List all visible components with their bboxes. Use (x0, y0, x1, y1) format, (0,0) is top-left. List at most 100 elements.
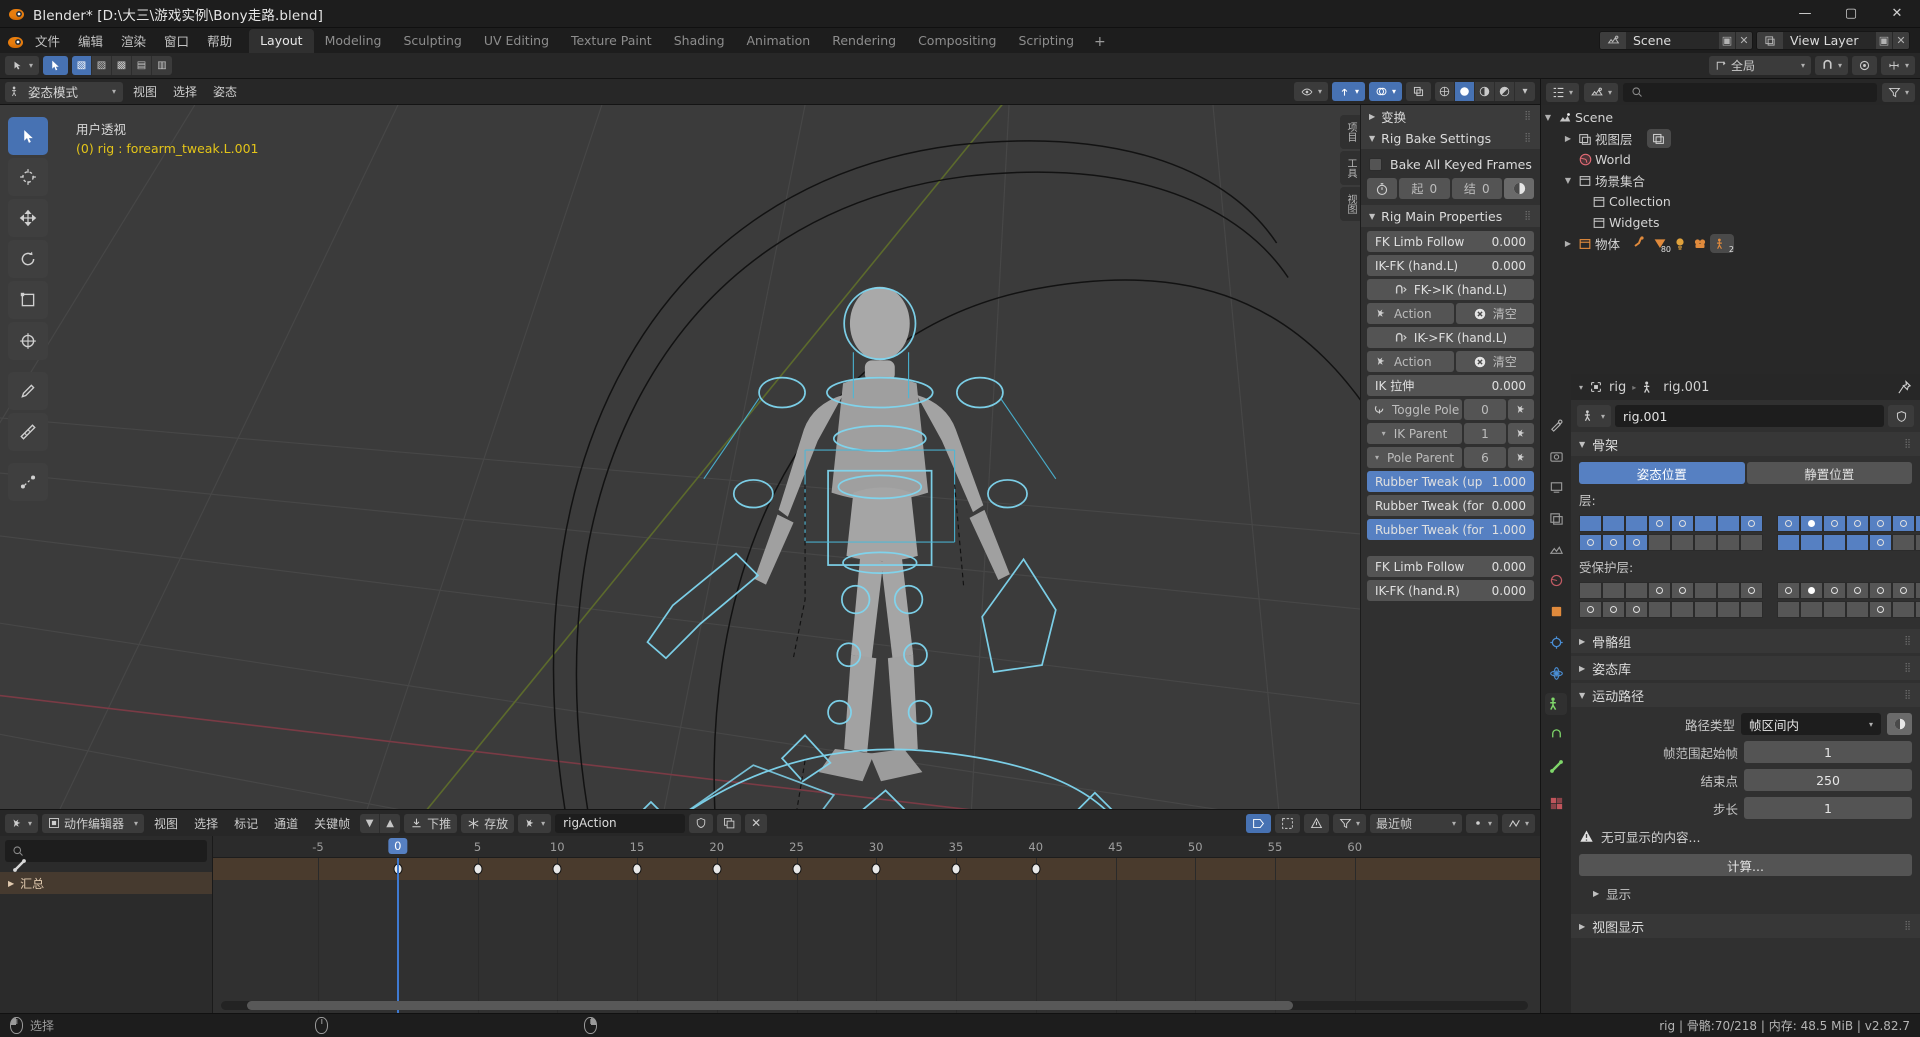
current-frame-indicator[interactable]: 0 (388, 838, 408, 854)
remove-view-layer-button[interactable]: ✕ (1892, 32, 1909, 49)
push-down-button[interactable]: 下推 (404, 813, 458, 833)
layer-cell[interactable] (1717, 534, 1740, 551)
layer-cell[interactable] (1869, 515, 1892, 532)
layer-cell[interactable] (1671, 601, 1694, 618)
layer-cell[interactable] (1869, 601, 1892, 618)
view-layer-selector[interactable]: View Layer ▣ ✕ (1756, 31, 1910, 50)
new-scene-button[interactable]: ▣ (1718, 32, 1735, 49)
view-layer-badge-icon[interactable] (1646, 129, 1671, 148)
layer-cell[interactable] (1740, 515, 1763, 532)
keyframe-area[interactable]: -5 0 5 10 15 20 25 30 35 40 45 50 55 60 (213, 836, 1540, 1013)
layer-cell[interactable] (1671, 582, 1694, 599)
rest-position-button[interactable]: 静置位置 (1746, 462, 1912, 484)
action-button[interactable]: Action (1367, 303, 1454, 324)
prop-rubber-tweak-forearm-l-b[interactable]: Rubber Tweak (for 1.000 (1367, 519, 1534, 540)
outliner-editor-type-button[interactable]: ▾ (1546, 82, 1580, 102)
layer-cell[interactable] (1602, 515, 1625, 532)
layer-cell[interactable] (1671, 515, 1694, 532)
overlays-toggle-button[interactable]: ▾ (1368, 82, 1402, 101)
expand-triangle-icon[interactable]: ▶ (1561, 239, 1575, 248)
layer-cell[interactable] (1671, 534, 1694, 551)
panel-header-motion-paths[interactable]: ▼ 运动路径 ⣿ (1571, 683, 1920, 707)
insert-keyframe-icon[interactable] (1508, 423, 1534, 444)
bake-start-field[interactable]: 起 0 (1399, 178, 1450, 199)
ik-parent-value[interactable]: 1 (1464, 423, 1506, 444)
unlink-action-button[interactable]: ✕ (745, 813, 768, 833)
prop-ik-fk-hand-l[interactable]: IK-FK (hand.L) 0.000 (1367, 255, 1534, 276)
layer-cell[interactable] (1717, 582, 1740, 599)
outliner-search-input[interactable] (1623, 82, 1877, 102)
outliner-row-collection[interactable]: Collection (1541, 191, 1920, 212)
layer-cell[interactable] (1717, 601, 1740, 618)
show-errors-button[interactable] (1303, 813, 1329, 833)
layer-cell[interactable] (1915, 515, 1920, 532)
expand-triangle-icon[interactable]: ▼ (1561, 176, 1575, 185)
panel-header-pose-library[interactable]: ▶ 姿态库 ⣿ (1571, 656, 1920, 680)
visibility-button[interactable]: ▾ (1293, 82, 1328, 101)
layer-cell[interactable] (1694, 582, 1717, 599)
layer-cell[interactable] (1648, 534, 1671, 551)
select-subtract-icon[interactable]: ▩ (112, 56, 133, 75)
move-tool[interactable] (8, 199, 48, 237)
tab-compositing[interactable]: Compositing (907, 29, 1007, 53)
fake-user-toggle[interactable] (1888, 405, 1914, 427)
insert-keyframe-icon[interactable] (1508, 399, 1534, 420)
layer-cell[interactable] (1892, 534, 1915, 551)
bake-timer-icon[interactable] (1367, 178, 1397, 199)
dopesheet-menu-select[interactable]: 选择 (188, 814, 224, 833)
data-tab[interactable] (1545, 693, 1567, 715)
layer-cell[interactable] (1846, 515, 1869, 532)
npanel-section-bake[interactable]: ▼ Rig Bake Settings ⣿ (1361, 127, 1540, 149)
layer-cell[interactable] (1777, 582, 1800, 599)
panel-header-armature[interactable]: ▼ 骨架 ⣿ (1571, 432, 1920, 456)
menu-file[interactable]: 文件 (26, 28, 69, 53)
action-name-field[interactable]: rigAction (555, 813, 686, 833)
minimize-button[interactable]: — (1782, 0, 1828, 28)
keyframe-marker[interactable] (473, 863, 482, 875)
keyframe-marker[interactable] (951, 863, 961, 875)
layers-row[interactable] (1777, 515, 1920, 532)
camera-badge-icon[interactable] (1690, 236, 1710, 252)
checkbox-icon[interactable] (1369, 157, 1382, 171)
dopesheet-menu-view[interactable]: 视图 (148, 814, 184, 833)
animate-property-icon[interactable] (1887, 713, 1912, 735)
layer-cell[interactable] (1648, 515, 1671, 532)
path-type-dropdown[interactable]: 帧区间内 ▾ (1741, 713, 1881, 735)
view-layer-name[interactable]: View Layer (1783, 33, 1875, 48)
layer-cell[interactable] (1915, 601, 1920, 618)
bake-animated-influence-icon[interactable] (1504, 178, 1534, 199)
select-intersect-icon[interactable]: ▥ (152, 56, 172, 75)
tab-layout[interactable]: Layout (249, 29, 314, 53)
npanel-section-transform[interactable]: ▶ 变换 ⣿ (1361, 105, 1540, 127)
layer-cell[interactable] (1800, 601, 1823, 618)
keyframe-marker[interactable] (552, 863, 562, 875)
prop-rubber-tweak-forearm-l-a[interactable]: Rubber Tweak (for 0.000 (1367, 495, 1534, 516)
constraint-tab[interactable] (1545, 724, 1567, 746)
shading-mode-group[interactable]: ▾ (1435, 82, 1535, 101)
npanel-tab-view[interactable]: 视图 (1340, 187, 1360, 221)
proportional-edit-button[interactable] (1851, 56, 1877, 75)
clear-button[interactable]: 清空 (1455, 303, 1534, 324)
clear-button[interactable]: 清空 (1455, 351, 1534, 372)
outliner-filter-button[interactable]: ▾ (1881, 82, 1915, 102)
modifier-tab[interactable] (1545, 631, 1567, 653)
rendered-shading-icon[interactable] (1495, 82, 1515, 101)
pole-parent-value[interactable]: 6 (1464, 447, 1506, 468)
layer-cell[interactable] (1740, 582, 1763, 599)
outliner-display-mode-button[interactable]: ▾ (1584, 82, 1619, 102)
layer-cell[interactable] (1740, 534, 1763, 551)
protected-row[interactable] (1579, 582, 1763, 599)
duplicate-action-button[interactable] (717, 813, 742, 833)
viewport-menu-view[interactable]: 视图 (127, 82, 163, 101)
panel-header-bone-groups[interactable]: ▶ 骨骼组 ⣿ (1571, 629, 1920, 653)
horizontal-scrollbar[interactable] (221, 1001, 1528, 1010)
summary-channel-row[interactable]: ▶ 汇总 (0, 872, 212, 894)
tool-tab[interactable] (1545, 414, 1567, 436)
protected-row[interactable] (1777, 582, 1920, 599)
menu-edit[interactable]: 编辑 (69, 28, 112, 53)
extrude-tool[interactable] (8, 463, 48, 501)
protected-row[interactable] (1777, 601, 1920, 618)
npanel-tab-item[interactable]: 项目 (1340, 115, 1360, 149)
dopesheet-menu-channel[interactable]: 通道 (268, 814, 304, 833)
keyframe-marker[interactable] (712, 863, 722, 875)
